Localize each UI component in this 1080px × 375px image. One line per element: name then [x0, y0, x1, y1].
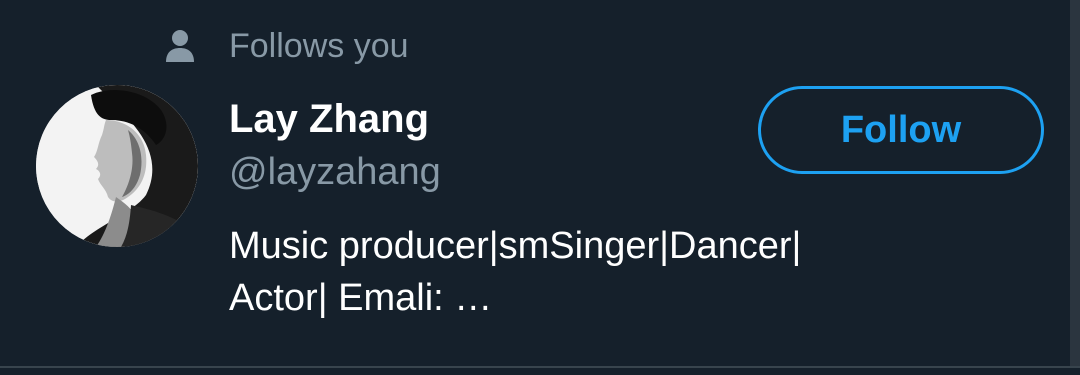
user-card[interactable]: Follows you Lay Zhang @layzahang Music p… [0, 0, 1070, 366]
person-icon [166, 30, 194, 62]
bio-line: Music producer|smSinger|Dancer| [229, 225, 802, 267]
user-handle[interactable]: @layzahang [229, 148, 441, 196]
follows-you-indicator: Follows you [165, 26, 409, 66]
avatar[interactable] [36, 85, 198, 247]
bio-line: Actor| Emali: … [229, 277, 493, 319]
display-name[interactable]: Lay Zhang [229, 95, 429, 143]
follows-you-label: Follows you [229, 27, 409, 65]
avatar-photo [36, 85, 198, 247]
scrollbar[interactable] [1070, 0, 1080, 366]
follow-button[interactable]: Follow [758, 86, 1044, 174]
user-bio: Music producer|smSinger|Dancer| Actor| E… [229, 220, 929, 324]
divider [0, 366, 1080, 368]
